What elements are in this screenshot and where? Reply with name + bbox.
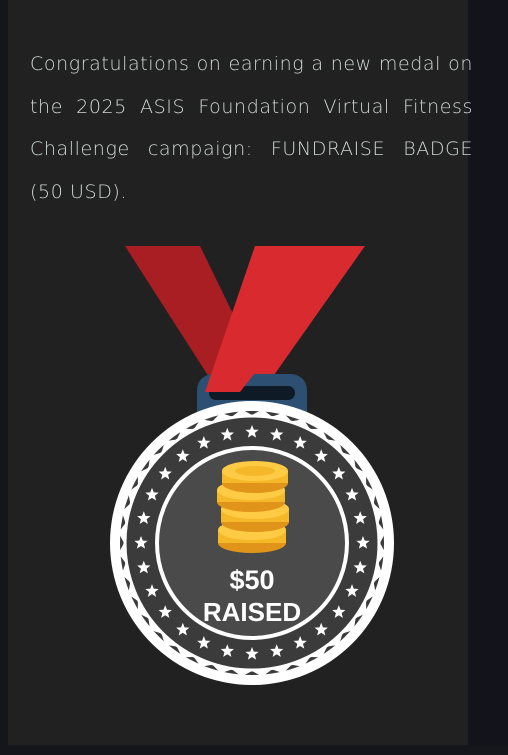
medal-amount: $50 [229,565,274,595]
page-bottom-edge [0,745,508,755]
fundraise-medal-image: $50 RAISED [110,246,394,685]
page-gutter [468,0,508,755]
congratulations-message: Congratulations on earning a new medal o… [30,53,473,203]
medal-caption: RAISED [203,597,301,627]
dollar-coin-stack-icon [217,461,289,553]
